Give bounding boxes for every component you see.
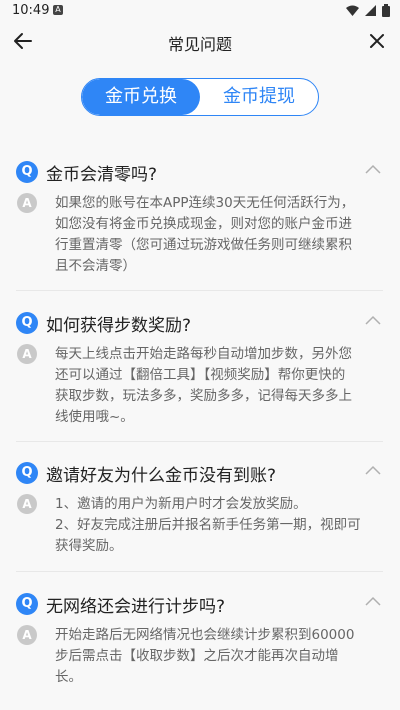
question-badge: Q bbox=[16, 161, 38, 183]
question-badge: Q bbox=[16, 593, 38, 615]
chevron-up-icon[interactable] bbox=[363, 313, 383, 327]
chevron-up-icon[interactable] bbox=[363, 594, 383, 608]
tab-coin-exchange[interactable]: 金币兑换 bbox=[82, 79, 200, 115]
faq-item[interactable]: Q 如何获得步数奖励? A 每天上线点击开始走路每秒自动增加步数，另外您 还可以… bbox=[16, 310, 383, 428]
battery-icon bbox=[382, 4, 390, 17]
faq-question-row[interactable]: Q 邀请好友为什么金币没有到账? bbox=[16, 460, 383, 486]
faq-answer-row: A 1、邀请的用户为新用户时才会发放奖励。 2、好友完成注册后并报名新手任务第一… bbox=[16, 494, 383, 557]
nav-bar: 常见问题 bbox=[0, 22, 400, 60]
faq-answer: 如果您的账号在本APP连续30天无任何活跃行为， 如您没有将金币兑换成现金，则对… bbox=[55, 195, 355, 274]
wifi-icon bbox=[346, 5, 359, 16]
status-time: 10:49 bbox=[12, 3, 50, 18]
question-badge: Q bbox=[16, 312, 38, 334]
faq-answer-row: A 开始走路后无网络情况也会继续计步累积到60000 步后需点击【收取步数】之后… bbox=[16, 625, 383, 688]
faq-answer: 每天上线点击开始走路每秒自动增加步数，另外您 还可以通过【翻倍工具】【视频奖励】… bbox=[55, 346, 352, 425]
chevron-up-icon[interactable] bbox=[363, 463, 383, 477]
status-bar: 10:49 A bbox=[0, 0, 400, 22]
chevron-up-icon[interactable] bbox=[363, 162, 383, 176]
faq-question: 金币会清零吗? bbox=[46, 164, 158, 185]
tab-coin-withdraw[interactable]: 金币提现 bbox=[200, 79, 318, 115]
signal-icon bbox=[365, 5, 376, 16]
divider bbox=[16, 441, 383, 442]
status-icons bbox=[346, 4, 390, 17]
faq-answer: 1、邀请的用户为新用户时才会发放奖励。 2、好友完成注册后并报名新手任务第一期，… bbox=[55, 496, 361, 554]
close-icon[interactable] bbox=[364, 28, 390, 54]
page-title: 常见问题 bbox=[167, 35, 232, 54]
answer-badge: A bbox=[17, 193, 37, 213]
faq-question-row[interactable]: Q 金币会清零吗? bbox=[16, 159, 383, 185]
notification-app-icon: A bbox=[53, 5, 63, 15]
divider bbox=[16, 290, 383, 291]
faq-item[interactable]: Q 无网络还会进行计步吗? A 开始走路后无网络情况也会继续计步累积到60000… bbox=[16, 591, 383, 688]
faq-answer-row: A 如果您的账号在本APP连续30天无任何活跃行为， 如您没有将金币兑换成现金，… bbox=[16, 193, 383, 277]
answer-badge: A bbox=[17, 625, 37, 645]
question-badge: Q bbox=[16, 462, 38, 484]
faq-content: 金币兑换 金币提现 Q 金币会清零吗? A 如果您的账号在本APP连续30天无任… bbox=[0, 60, 400, 710]
faq-item[interactable]: Q 邀请好友为什么金币没有到账? A 1、邀请的用户为新用户时才会发放奖励。 2… bbox=[16, 460, 383, 557]
tab-switcher: 金币兑换 金币提现 bbox=[81, 78, 319, 116]
answer-badge: A bbox=[17, 494, 37, 514]
faq-item[interactable]: Q 金币会清零吗? A 如果您的账号在本APP连续30天无任何活跃行为， 如您没… bbox=[16, 159, 383, 277]
faq-question-row[interactable]: Q 无网络还会进行计步吗? bbox=[16, 591, 383, 617]
faq-question: 无网络还会进行计步吗? bbox=[46, 596, 226, 617]
divider bbox=[16, 571, 383, 572]
faq-question: 如何获得步数奖励? bbox=[46, 315, 192, 336]
faq-answer: 开始走路后无网络情况也会继续计步累积到60000 步后需点击【收取步数】之后次才… bbox=[55, 627, 355, 685]
faq-question: 邀请好友为什么金币没有到账? bbox=[46, 465, 277, 486]
faq-question-row[interactable]: Q 如何获得步数奖励? bbox=[16, 310, 383, 336]
answer-badge: A bbox=[17, 344, 37, 364]
faq-answer-row: A 每天上线点击开始走路每秒自动增加步数，另外您 还可以通过【翻倍工具】【视频奖… bbox=[16, 344, 383, 428]
